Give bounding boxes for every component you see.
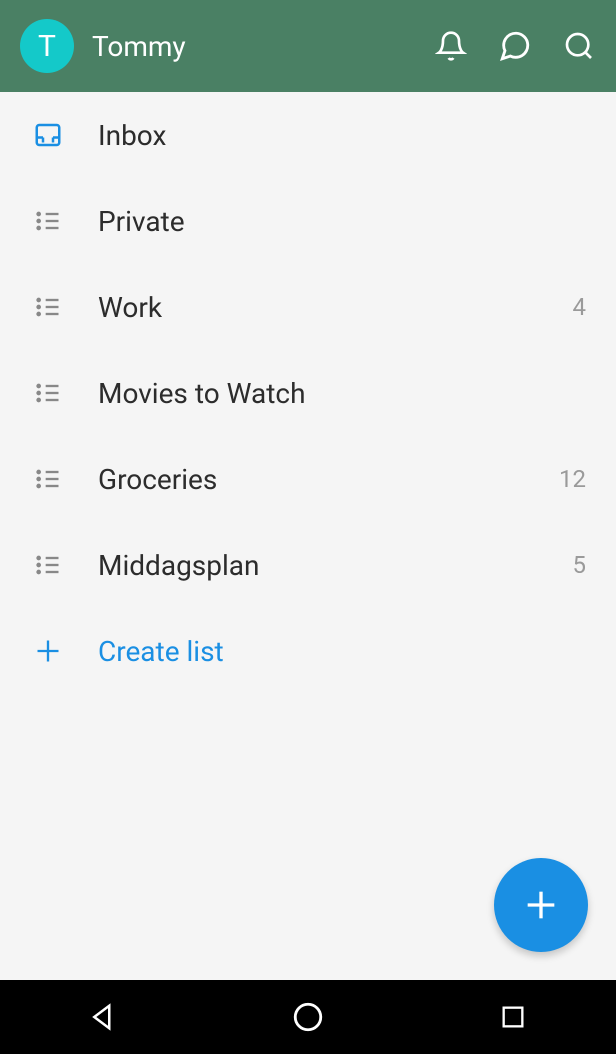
list-label: Movies to Watch bbox=[98, 377, 586, 410]
list-count: 4 bbox=[573, 293, 587, 321]
header-actions bbox=[434, 29, 596, 63]
list-item-private[interactable]: Private bbox=[0, 178, 616, 264]
list-count: 5 bbox=[573, 551, 587, 579]
list-icon bbox=[30, 375, 66, 411]
list-item-groceries[interactable]: Groceries 12 bbox=[0, 436, 616, 522]
back-button[interactable] bbox=[81, 995, 125, 1039]
list-label: Groceries bbox=[98, 463, 559, 496]
list-icon bbox=[30, 461, 66, 497]
list-label: Inbox bbox=[98, 119, 586, 152]
list-label: Work bbox=[98, 291, 573, 324]
list-item-movies[interactable]: Movies to Watch bbox=[0, 350, 616, 436]
list-icon bbox=[30, 547, 66, 583]
list-icon bbox=[30, 289, 66, 325]
list-label: Middagsplan bbox=[98, 549, 573, 582]
create-list-label: Create list bbox=[98, 635, 224, 668]
avatar-initial: T bbox=[38, 29, 56, 64]
list-item-work[interactable]: Work 4 bbox=[0, 264, 616, 350]
home-button[interactable] bbox=[286, 995, 330, 1039]
add-task-fab[interactable] bbox=[494, 858, 588, 952]
list-count: 12 bbox=[559, 465, 586, 493]
username-label[interactable]: Tommy bbox=[92, 30, 416, 63]
recent-apps-button[interactable] bbox=[491, 995, 535, 1039]
plus-icon bbox=[30, 633, 66, 669]
list-label: Private bbox=[98, 205, 586, 238]
chat-icon[interactable] bbox=[498, 29, 532, 63]
lists-container: Inbox Private Work bbox=[0, 92, 616, 980]
list-item-middagsplan[interactable]: Middagsplan 5 bbox=[0, 522, 616, 608]
app-header: T Tommy bbox=[0, 0, 616, 92]
list-icon bbox=[30, 203, 66, 239]
android-navbar bbox=[0, 980, 616, 1054]
search-icon[interactable] bbox=[562, 29, 596, 63]
list-item-inbox[interactable]: Inbox bbox=[0, 92, 616, 178]
bell-icon[interactable] bbox=[434, 29, 468, 63]
avatar[interactable]: T bbox=[20, 19, 74, 73]
create-list-button[interactable]: Create list bbox=[0, 608, 616, 694]
inbox-icon bbox=[30, 117, 66, 153]
